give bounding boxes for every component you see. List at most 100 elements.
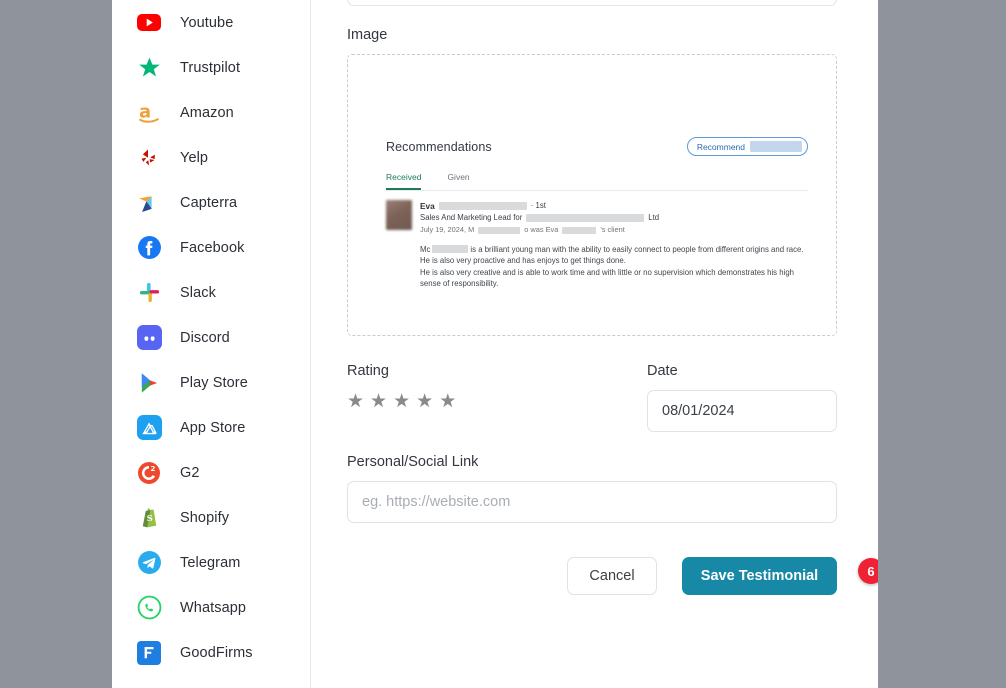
redacted-company <box>526 214 645 222</box>
avatar <box>386 200 412 230</box>
tab-given: Given <box>447 172 470 182</box>
star-1[interactable]: ★ <box>347 390 364 412</box>
preview-tabs: Received Given <box>386 172 808 191</box>
link-input[interactable] <box>347 481 837 523</box>
recommend-button: Recommend <box>686 137 808 156</box>
testimonial-modal: Youtube Trustpilot a Amazon Yelp Capterr… <box>112 0 878 688</box>
author-name-row: Eva · 1st <box>420 201 808 211</box>
slack-icon <box>136 280 162 306</box>
link-group: Personal/Social Link <box>347 454 843 523</box>
form-actions: Cancel Save Testimonial 6 <box>347 557 878 595</box>
sidebar-item-slack[interactable]: Slack <box>112 270 310 315</box>
redacted-block <box>750 141 802 152</box>
sidebar-item-label: Capterra <box>180 194 238 211</box>
redacted-surname-2 <box>562 226 597 234</box>
uploaded-image-preview: Recommendations Recommend Received Given… <box>348 119 836 335</box>
sidebar-item-label: Slack <box>180 284 216 301</box>
sidebar-item-clutch[interactable]: Clutch <box>112 675 310 688</box>
source-sidebar[interactable]: Youtube Trustpilot a Amazon Yelp Capterr… <box>112 0 311 688</box>
preview-heading: Recommendations <box>386 139 492 154</box>
body-line-3: He is also very creative and is able to … <box>420 267 794 289</box>
tab-received: Received <box>386 172 422 190</box>
cancel-button[interactable]: Cancel <box>567 557 657 595</box>
body-line-1: Mc is a brilliant young man with the abil… <box>420 244 808 255</box>
image-dropzone[interactable]: ✕ Recommendations Recommend Received Giv… <box>347 54 837 336</box>
rating-group: Rating ★ ★ ★ ★ ★ <box>347 363 647 432</box>
goodfirms-icon <box>136 640 162 666</box>
sidebar-item-discord[interactable]: Discord <box>112 315 310 360</box>
shopify-icon: S <box>136 505 162 531</box>
rating-label: Rating <box>347 363 389 379</box>
recommendation-body: Mc is a brilliant young man with the abil… <box>420 244 808 290</box>
sidebar-item-app-store[interactable]: App Store <box>112 405 310 450</box>
sidebar-item-label: Play Store <box>180 374 248 391</box>
rating-stars[interactable]: ★ ★ ★ ★ ★ <box>347 390 647 412</box>
date-line-mid: o was Eva <box>524 225 559 234</box>
step-badge: 6 <box>858 558 878 584</box>
sidebar-item-label: Amazon <box>180 104 234 121</box>
recommendation-meta: Eva · 1st Sales And Marketing Lead for L… <box>420 200 808 290</box>
body-line1-start: Mc <box>420 245 431 254</box>
app-store-icon <box>136 415 162 441</box>
date-line-end: 's client <box>600 225 625 234</box>
save-testimonial-button[interactable]: Save Testimonial <box>682 557 837 595</box>
trustpilot-icon <box>136 55 162 81</box>
author-role-prefix: Sales And Marketing Lead for <box>420 213 523 222</box>
amazon-icon: a <box>136 100 162 126</box>
body-line1-rest: is a brilliant young man with the abilit… <box>470 245 804 254</box>
date-label: Date <box>647 363 678 379</box>
star-3[interactable]: ★ <box>393 390 410 412</box>
sidebar-item-youtube[interactable]: Youtube <box>112 0 310 45</box>
date-group: Date <box>647 363 837 432</box>
author-date-row: July 19, 2024, M o was Eva 's client <box>420 225 808 235</box>
rating-date-row: Rating ★ ★ ★ ★ ★ Date <box>347 363 843 432</box>
sidebar-item-capterra[interactable]: Capterra <box>112 180 310 225</box>
preview-header: Recommendations Recommend <box>386 137 808 156</box>
clutch-icon <box>136 685 162 688</box>
sidebar-item-trustpilot[interactable]: Trustpilot <box>112 45 310 90</box>
author-role-row: Sales And Marketing Lead for Ltd <box>420 213 808 223</box>
image-label: Image <box>347 27 388 43</box>
cutoff-input-above[interactable] <box>347 0 837 6</box>
sidebar-item-shopify[interactable]: S Shopify <box>112 495 310 540</box>
author-first-name: Eva <box>420 201 435 211</box>
recommend-label: Recommend <box>696 141 745 152</box>
sidebar-item-label: Discord <box>180 329 230 346</box>
sidebar-item-label: Yelp <box>180 149 209 166</box>
discord-icon <box>136 325 162 351</box>
sidebar-item-goodfirms[interactable]: GoodFirms <box>112 630 310 675</box>
date-line-start: July 19, 2024, M <box>420 225 475 234</box>
testimonial-form: Image ✕ Recommendations Recommend Receiv… <box>312 0 878 688</box>
star-5[interactable]: ★ <box>439 390 456 412</box>
g2-icon: 2 <box>136 460 162 486</box>
sidebar-item-label: App Store <box>180 419 246 436</box>
author-degree: · 1st <box>530 201 546 210</box>
telegram-icon <box>136 550 162 576</box>
sidebar-item-g2[interactable]: 2 G2 <box>112 450 310 495</box>
sidebar-item-label: Shopify <box>180 509 230 526</box>
facebook-icon <box>136 235 162 261</box>
capterra-icon <box>136 190 162 216</box>
redacted-surname <box>438 202 527 210</box>
author-role-suffix: Ltd <box>648 213 660 222</box>
whatsapp-icon <box>136 595 162 621</box>
sidebar-item-telegram[interactable]: Telegram <box>112 540 310 585</box>
youtube-icon <box>136 10 162 36</box>
sidebar-item-label: G2 <box>180 464 200 481</box>
date-input[interactable] <box>647 390 837 432</box>
sidebar-item-label: Telegram <box>180 554 241 571</box>
sidebar-item-facebook[interactable]: Facebook <box>112 225 310 270</box>
star-4[interactable]: ★ <box>416 390 433 412</box>
sidebar-item-whatsapp[interactable]: Whatsapp <box>112 585 310 630</box>
star-2[interactable]: ★ <box>370 390 387 412</box>
play-store-icon <box>136 370 162 396</box>
sidebar-item-label: Facebook <box>180 239 245 256</box>
sidebar-item-amazon[interactable]: a Amazon <box>112 90 310 135</box>
sidebar-item-yelp[interactable]: Yelp <box>112 135 310 180</box>
svg-text:2: 2 <box>151 465 156 473</box>
sidebar-item-play-store[interactable]: Play Store <box>112 360 310 405</box>
body-line-2: He is also very proactive and has enjoys… <box>420 256 626 266</box>
sidebar-item-label: GoodFirms <box>180 644 253 661</box>
sidebar-item-label: Trustpilot <box>180 59 241 76</box>
svg-text:S: S <box>146 513 152 523</box>
